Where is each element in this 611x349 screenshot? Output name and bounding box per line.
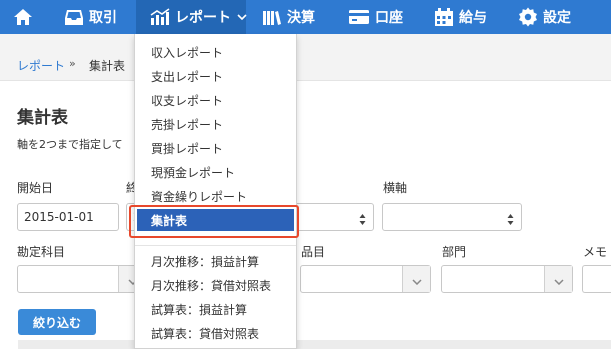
gear-icon [518, 7, 538, 27]
menu-item-income-expense-report[interactable]: 収支レポート [135, 88, 296, 112]
menu-item-receivables-report[interactable]: 売掛レポート [135, 112, 296, 136]
menu-item-cash-report[interactable]: 現預金レポート [135, 160, 296, 184]
menu-item-payables-report[interactable]: 買掛レポート [135, 136, 296, 160]
nav-payroll-label: 給与 [459, 10, 487, 26]
nav-transactions-label: 取引 [89, 10, 117, 26]
account-label: 勘定科目 [17, 245, 66, 259]
inbox-icon [64, 9, 84, 26]
page-hint: 軸を2つまで指定して [17, 138, 123, 151]
breadcrumb-separator: » [69, 57, 76, 70]
selection-highlight-box [129, 205, 299, 238]
menu-item-income-report[interactable]: 収入レポート [135, 40, 296, 64]
menu-item-trial-bs[interactable]: 試算表：貸借対照表 [135, 321, 296, 345]
nav-transactions[interactable]: 取引 [46, 0, 136, 34]
reports-dropdown-menu: 収入レポート 支出レポート 収支レポート 売掛レポート 買掛レポート 現預金レポ… [134, 34, 297, 349]
filter-button[interactable]: 絞り込む [18, 309, 96, 335]
department-label: 部門 [442, 245, 467, 259]
menu-item-trial-pl[interactable]: 試算表：損益計算 [135, 297, 296, 321]
breadcrumb-current: 集計表 [89, 59, 126, 73]
books-icon [262, 9, 282, 26]
menu-item-monthly-pl[interactable]: 月次推移：損益計算 [135, 249, 296, 273]
chevron-down-icon [553, 270, 564, 289]
menu-item-expense-report[interactable]: 支出レポート [135, 64, 296, 88]
nav-closing[interactable]: 決算 [246, 0, 336, 34]
credit-card-icon [348, 9, 370, 25]
horizontal-axis-label: 横軸 [383, 181, 408, 195]
item-label: 品目 [301, 245, 326, 259]
item-dropdown-toggle[interactable] [402, 266, 430, 292]
department-dropdown-toggle[interactable] [544, 266, 572, 292]
chevron-down-icon [411, 270, 422, 289]
start-date-label: 開始日 [17, 181, 54, 195]
memo-label: メモ [583, 245, 608, 259]
nav-closing-label: 決算 [287, 10, 315, 26]
nav-accounts[interactable]: 口座 [336, 0, 426, 34]
nav-settings-label: 設定 [543, 10, 571, 26]
nav-reports-label: レポート [175, 10, 231, 26]
nav-settings[interactable]: 設定 [510, 0, 611, 34]
home-icon [13, 8, 33, 26]
calendar-icon [434, 7, 454, 27]
nav-home[interactable] [0, 0, 46, 34]
menu-divider [135, 245, 296, 246]
select-arrows-icon [359, 211, 366, 225]
page-title: 集計表 [17, 108, 68, 128]
menu-item-monthly-bs[interactable]: 月次推移：貸借対照表 [135, 273, 296, 297]
select-arrows-icon [507, 211, 514, 225]
nav-reports[interactable]: レポート [136, 0, 247, 34]
breadcrumb-link-reports[interactable]: レポート [17, 57, 65, 74]
start-date-field[interactable] [17, 203, 119, 231]
account-select[interactable] [17, 265, 147, 293]
nav-payroll[interactable]: 給与 [426, 0, 510, 34]
start-date-input[interactable] [18, 204, 118, 230]
memo-select[interactable] [582, 265, 611, 293]
chart-icon [150, 8, 170, 26]
department-select[interactable] [441, 265, 573, 293]
nav-accounts-label: 口座 [375, 10, 403, 26]
results-header-strip [18, 340, 611, 349]
horizontal-axis-select[interactable] [382, 203, 522, 231]
top-nav-bar: 取引 レポート 決算 口座 給与 設定 [0, 0, 611, 34]
item-select[interactable] [300, 265, 431, 293]
